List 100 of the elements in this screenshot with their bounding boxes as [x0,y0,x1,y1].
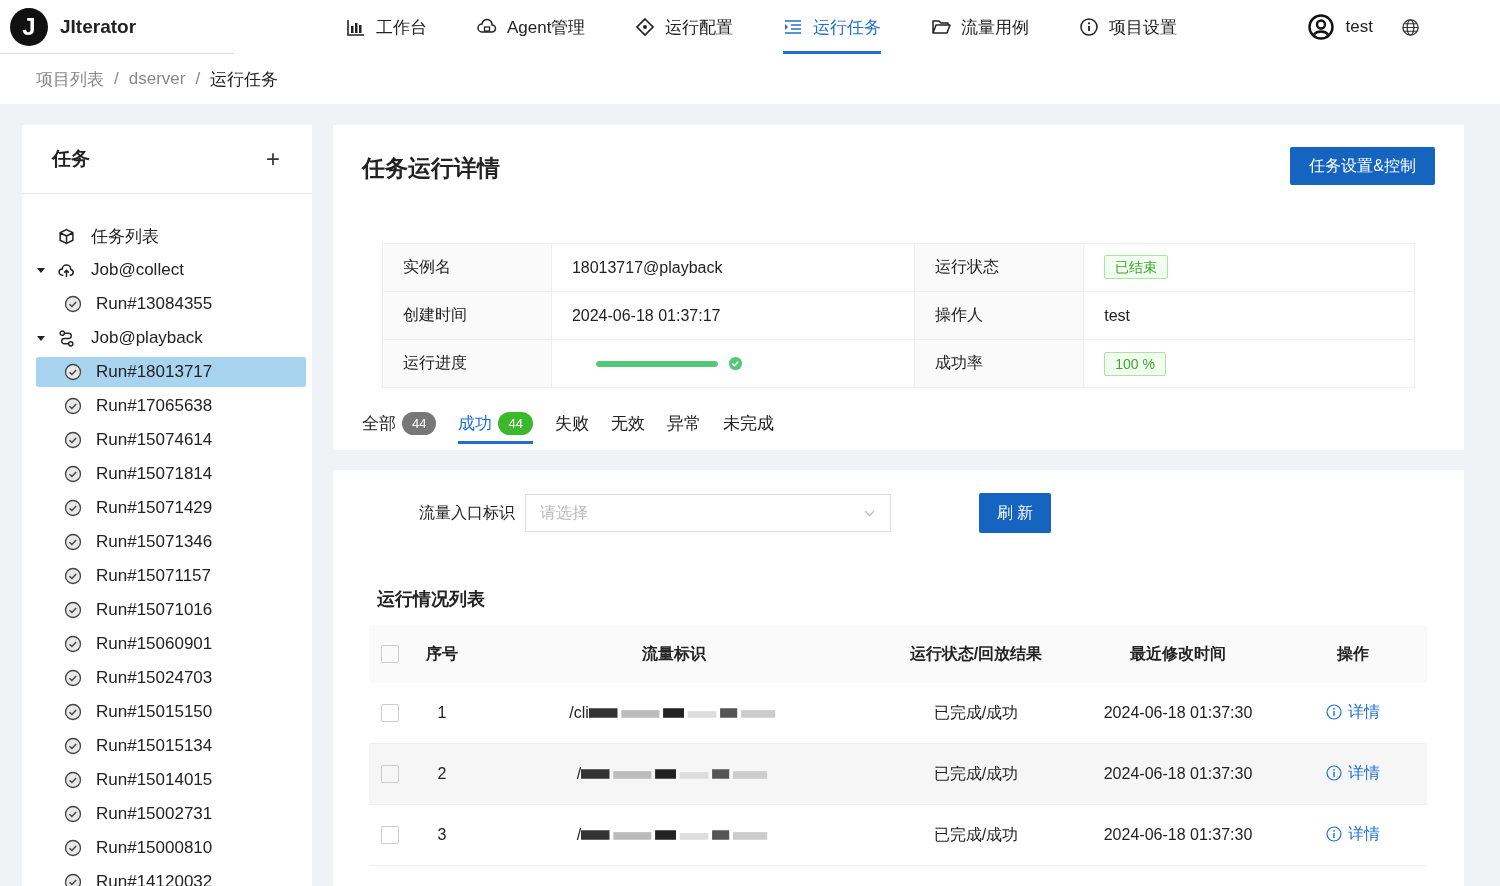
table-title: 运行情况列表 [377,588,486,611]
check-circle-icon [64,669,82,687]
cloud-upload-icon [58,261,75,279]
table-cell: 1 [411,683,473,744]
nav-tab[interactable]: 工作台 [346,0,427,54]
tree-label: Run#15074614 [96,430,213,450]
check-circle-icon [64,601,82,619]
breadcrumb-separator: / [195,69,201,89]
field-value: test [1104,306,1130,324]
tree-label: Run#15000810 [96,838,213,858]
tree-node[interactable]: Job@playback [36,323,306,353]
current-page-label: 运行任务 [210,68,279,91]
column-header: 操作 [1279,625,1427,683]
info-icon [1079,17,1100,37]
tree-label: Run#15015134 [96,736,213,756]
tree-label: Run#17065638 [96,396,213,416]
breadcrumb-link[interactable]: 项目列表 [36,67,104,91]
table-cell: /cli [569,704,589,722]
check-circle-icon [64,771,82,789]
check-circle-icon [64,805,82,823]
tree-label: Run#18013717 [96,362,213,382]
filter-tab[interactable]: 成功 44 [458,406,533,444]
tree-label: Run#15071016 [96,600,213,620]
tree-node[interactable]: Run#15014015 [36,765,306,795]
tree-node[interactable]: Run#15071016 [36,595,306,625]
tree-node[interactable]: Run#18013717 [36,357,306,387]
status-tag: 已结束 [1104,255,1169,279]
refresh-button[interactable]: 刷 新 [979,493,1052,533]
app-name: JIterator [60,15,137,38]
filter-tab[interactable]: 未完成 [722,406,774,444]
sidebar-title: 任务 [52,147,90,171]
caret-icon[interactable] [36,265,46,275]
tree-label: 任务列表 [91,225,159,248]
tree-node[interactable]: 任务列表 [36,221,306,251]
tree-node[interactable]: Run#15002731 [36,799,306,829]
filter-tab[interactable]: 失败 [554,406,589,444]
row-checkbox[interactable] [381,826,399,845]
check-circle-icon [64,703,82,721]
table-cell: 3 [411,804,473,866]
list-icon [783,17,804,37]
field-label: 实例名 [382,243,552,292]
settings-button[interactable]: 任务设置&控制 [1290,147,1435,185]
filter-tab[interactable]: 全部 44 [362,406,437,444]
filter-tab[interactable]: 异常 [666,406,701,444]
user-icon[interactable] [1307,14,1334,40]
count-badge: 44 [498,412,533,435]
field-label: 操作人 [914,291,1084,340]
tree-node[interactable]: Run#15000810 [36,833,306,863]
tree-node[interactable]: Run#15024703 [36,663,306,693]
tree-label: Run#15071157 [96,566,211,586]
check-circle-icon [64,363,82,381]
tree-node[interactable]: Job@collect [36,255,306,285]
page-title: 任务运行详情 [362,154,500,183]
tree-node[interactable]: Run#15060901 [36,629,306,659]
info-icon [1326,765,1342,782]
nav-tab[interactable]: 运行配置 [635,0,734,54]
field-label: 流量入口标识 [419,502,515,523]
tree-node[interactable]: Run#15071429 [36,493,306,523]
add-button[interactable]: + [264,145,282,173]
check-circle-icon [64,465,82,483]
field-label: 运行状态 [914,243,1084,292]
tree-node[interactable]: Run#15071814 [36,459,306,489]
detail-link[interactable]: 详情 [1326,823,1380,845]
breadcrumb-separator: / [114,69,119,89]
tree-label: Run#15002731 [96,804,213,824]
tree-node[interactable]: Run#15074614 [36,425,306,455]
field-label: 运行进度 [382,339,552,388]
tree-node[interactable]: Run#13084355 [36,289,306,319]
nav-tab[interactable]: Agent管理 [477,0,586,54]
status-tag: 100 % [1104,351,1166,376]
column-header: 序号 [411,625,473,683]
check-circle-icon [64,533,82,551]
nav-tab[interactable]: 项目设置 [1079,0,1178,54]
filter-tab[interactable]: 无效 [610,406,645,444]
select-all-checkbox[interactable] [381,645,399,664]
check-circle-icon [64,567,82,585]
globe-icon[interactable] [1401,17,1420,37]
check-circle-icon [727,356,743,371]
caret-icon[interactable] [36,333,46,343]
detail-link[interactable]: 详情 [1326,762,1380,784]
logo: J [10,7,48,46]
tree-label: Run#15071814 [96,464,213,484]
user-name[interactable]: test [1345,17,1373,37]
row-checkbox[interactable] [381,765,399,784]
tree-node[interactable]: Run#15015150 [36,697,306,727]
tree-label: Job@playback [91,328,203,348]
tree-label: Run#15071429 [96,498,213,518]
check-circle-icon [64,295,82,313]
field-value: 18013717@playback [571,258,723,276]
row-checkbox[interactable] [381,704,399,723]
tree-node[interactable]: Run#15071157 [36,561,306,591]
tree-node[interactable]: Run#15071346 [36,527,306,557]
tree-label: Job@collect [91,260,184,280]
nav-tab[interactable]: 流量用例 [931,0,1030,54]
check-circle-icon [64,499,82,517]
detail-link[interactable]: 详情 [1326,701,1380,723]
breadcrumb-link[interactable]: dserver [128,69,186,89]
tree-node[interactable]: Run#17065638 [36,391,306,421]
check-circle-icon [64,431,82,449]
tree-node[interactable]: Run#15015134 [36,731,306,761]
